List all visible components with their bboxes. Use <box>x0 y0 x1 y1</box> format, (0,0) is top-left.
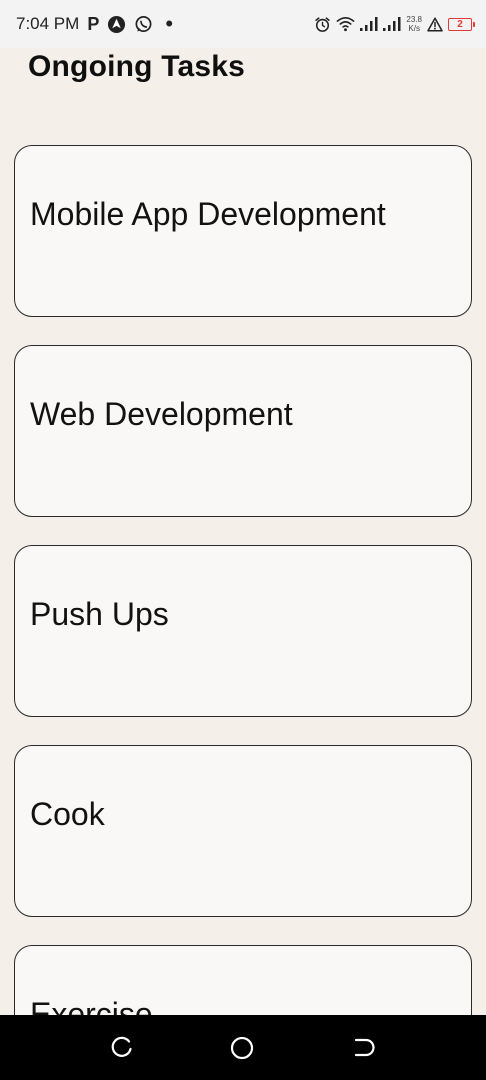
page-title: Ongoing Tasks <box>28 50 246 83</box>
net-speed: 23.8 K/s <box>406 15 422 33</box>
alarm-icon <box>314 16 331 33</box>
notification-dot-icon: • <box>165 11 174 36</box>
whatsapp-icon <box>134 15 153 34</box>
recent-apps-icon <box>109 1035 135 1061</box>
battery-icon: 2 <box>448 17 475 31</box>
back-icon <box>351 1035 377 1061</box>
navigation-bar <box>0 1015 486 1080</box>
signal-icon <box>383 17 401 31</box>
back-button[interactable] <box>351 1035 377 1061</box>
task-card[interactable]: Exercise <box>14 945 472 1015</box>
home-icon <box>229 1035 255 1061</box>
status-right: 23.8 K/s 2 <box>314 12 475 36</box>
home-button[interactable] <box>229 1035 255 1061</box>
status-left: 7:04 PM P • <box>16 12 173 36</box>
net-speed-unit: K/s <box>408 24 420 33</box>
signal-icon <box>360 17 378 31</box>
task-card[interactable]: Push Ups <box>14 545 472 717</box>
task-label: Web Development <box>30 396 293 432</box>
task-card[interactable]: Cook <box>14 745 472 917</box>
status-bar: 7:04 PM P • 23.8 K/s 2 <box>0 0 486 48</box>
status-time: 7:04 PM <box>16 14 80 33</box>
battery-level: 2 <box>457 18 463 30</box>
task-label: Exercise <box>30 996 153 1015</box>
net-speed-value: 23.8 <box>406 15 422 24</box>
recent-apps-button[interactable] <box>109 1035 135 1061</box>
task-label: Mobile App Development <box>30 196 386 232</box>
task-label: Push Ups <box>30 596 169 632</box>
task-label: Cook <box>30 796 105 832</box>
navigation-icon <box>107 15 126 34</box>
wifi-icon <box>336 16 355 32</box>
parking-p-icon: P <box>87 13 100 34</box>
task-card[interactable]: Web Development <box>14 345 472 517</box>
task-card[interactable]: Mobile App Development <box>14 145 472 317</box>
task-list[interactable]: Mobile App Development Web Development P… <box>0 0 486 1015</box>
warning-icon <box>427 16 443 32</box>
